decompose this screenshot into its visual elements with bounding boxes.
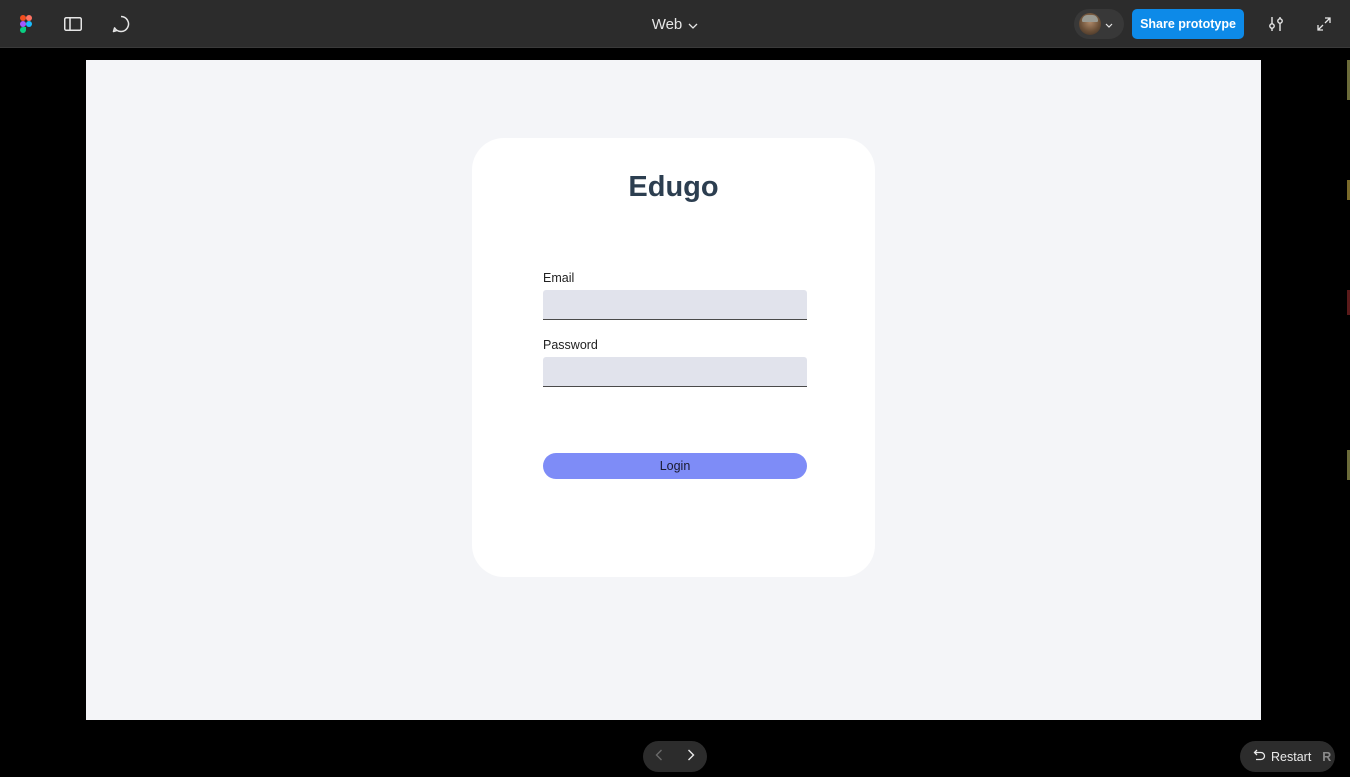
restart-button[interactable]: Restart R bbox=[1240, 741, 1335, 772]
email-label: Email bbox=[543, 271, 575, 285]
page-title-dropdown[interactable]: Web bbox=[652, 16, 699, 33]
password-field[interactable] bbox=[543, 357, 807, 387]
page-title: Web bbox=[651, 15, 683, 33]
restart-icon bbox=[1252, 749, 1266, 765]
restart-shortcut: R bbox=[1322, 749, 1332, 764]
chevron-down-icon bbox=[1105, 15, 1113, 33]
prototype-frame: Edugo Email Password Login bbox=[86, 60, 1261, 720]
previous-frame-button[interactable] bbox=[643, 741, 675, 772]
comment-icon[interactable] bbox=[109, 12, 133, 36]
user-menu[interactable] bbox=[1074, 9, 1124, 39]
login-card: Edugo Email Password Login bbox=[472, 138, 875, 577]
share-prototype-button[interactable]: Share prototype bbox=[1132, 9, 1244, 39]
figma-logo-icon[interactable] bbox=[14, 12, 38, 36]
restart-label: Restart bbox=[1271, 749, 1312, 764]
arrow-right-icon bbox=[687, 748, 695, 766]
settings-sliders-icon[interactable] bbox=[1264, 12, 1288, 36]
sidebar-panel-icon[interactable] bbox=[61, 12, 85, 36]
login-button[interactable]: Login bbox=[543, 453, 807, 479]
frame-navigation bbox=[643, 741, 707, 772]
brand-title: Edugo bbox=[628, 171, 719, 203]
email-field[interactable] bbox=[543, 290, 807, 320]
chevron-down-icon bbox=[688, 16, 698, 33]
avatar bbox=[1079, 13, 1101, 35]
prototype-toolbar: Web Share prototype bbox=[0, 0, 1350, 48]
expand-icon[interactable] bbox=[1312, 12, 1336, 36]
next-frame-button[interactable] bbox=[675, 741, 707, 772]
arrow-left-icon bbox=[655, 748, 663, 766]
password-label: Password bbox=[543, 338, 598, 352]
